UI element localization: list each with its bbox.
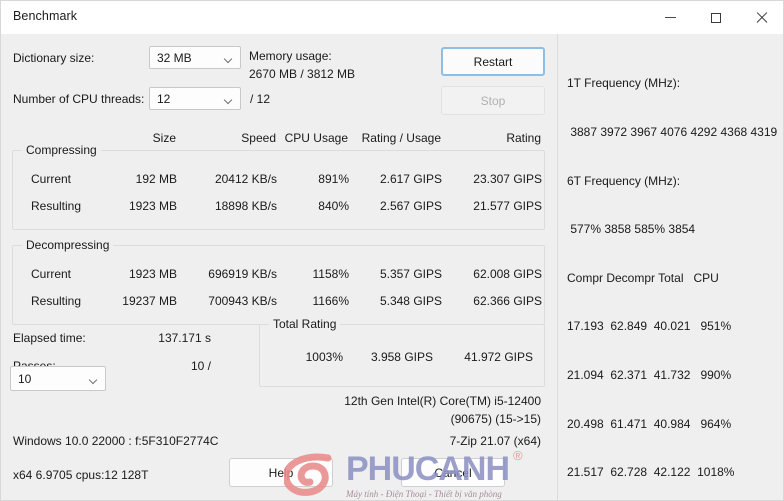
- decompressing-row-label: Current: [31, 267, 72, 281]
- column-header-rating: Rating: [506, 131, 541, 145]
- compressing-row-label: Resulting: [31, 199, 82, 213]
- elapsed-time-label: Elapsed time:: [13, 331, 86, 345]
- passes-value: 10 /: [190, 359, 211, 373]
- stop-button[interactable]: Stop: [441, 86, 545, 115]
- title-bar: Benchmark: [1, 1, 783, 35]
- compressing-group: Compressing Current 192 MB 20412 KB/s 89…: [12, 143, 545, 230]
- window-controls: [647, 1, 783, 34]
- total-cpu-usage: 1003%: [305, 350, 343, 364]
- freq-1t-values: 3887 3972 3967 4076 4292 4368 4319: [567, 125, 778, 140]
- decompressing-resulting-speed: 700943 KB/s: [208, 294, 277, 308]
- decompressing-current-size: 1923 MB: [128, 267, 177, 281]
- benchmark-window: Benchmark Dictionary size: 32 MB Memory …: [0, 0, 784, 501]
- app-version: 7-Zip 21.07 (x64): [449, 434, 541, 448]
- os-version: Windows 10.0 22000 : f:5F310F2774C: [13, 434, 219, 448]
- compressing-legend: Compressing: [22, 143, 101, 157]
- restart-button[interactable]: Restart: [441, 47, 545, 76]
- report-row: 21.517 62.728 42.122 1018%: [567, 465, 735, 480]
- report-row: 20.498 61.471 40.984 964%: [567, 416, 732, 431]
- chevron-down-icon: [225, 56, 232, 63]
- freq-1t-label: 1T Frequency (MHz):: [567, 76, 681, 91]
- main-panel: Dictionary size: 32 MB Memory usage: 267…: [1, 34, 557, 500]
- close-icon: [756, 12, 768, 24]
- freq-6t-label: 6T Frequency (MHz):: [567, 173, 681, 188]
- minimize-icon: [664, 17, 676, 18]
- compressing-row-label: Current: [31, 172, 72, 186]
- memory-usage-label: Memory usage:: [249, 49, 332, 63]
- decompressing-row-label: Resulting: [31, 294, 82, 308]
- compressing-current-speed: 20412 KB/s: [214, 172, 277, 186]
- report-text: 1T Frequency (MHz): 3887 3972 3967 4076 …: [567, 43, 783, 500]
- cpu-name: 12th Gen Intel(R) Core(TM) i5-12400: [344, 394, 541, 408]
- cpu-threads-label: Number of CPU threads:: [13, 92, 145, 106]
- arch-info: x64 6.9705 cpus:12 128T: [13, 468, 149, 482]
- total-rating-legend: Total Rating: [269, 317, 341, 331]
- column-header-rating-usage: Rating / Usage: [361, 131, 441, 145]
- compressing-resulting-size: 1923 MB: [128, 199, 177, 213]
- window-title: Benchmark: [13, 9, 78, 23]
- decompressing-current-rating: 62.008 GIPS: [473, 267, 542, 281]
- decompressing-current-rating-usage: 5.357 GIPS: [379, 267, 442, 281]
- dictionary-size-label: Dictionary size:: [13, 51, 95, 65]
- decompressing-current-cpu-usage: 1158%: [312, 267, 349, 281]
- total-rating-usage: 3.958 GIPS: [370, 350, 433, 364]
- total-rating-value: 41.972 GIPS: [464, 350, 533, 364]
- decompressing-group: Decompressing Current 1923 MB 696919 KB/…: [12, 238, 545, 325]
- column-header-speed: Speed: [241, 131, 276, 145]
- compressing-resulting-speed: 18898 KB/s: [214, 199, 277, 213]
- compressing-current-rating-usage: 2.617 GIPS: [379, 172, 442, 186]
- report-row: 21.094 62.371 41.732 990%: [567, 368, 732, 383]
- dictionary-size-select[interactable]: 32 MB: [149, 46, 241, 69]
- passes-select[interactable]: 10: [10, 366, 106, 391]
- total-rating-group: Total Rating 1003% 3.958 GIPS 41.972 GIP…: [259, 317, 545, 387]
- decompressing-resulting-size: 19237 MB: [122, 294, 177, 308]
- compressing-current-size: 192 MB: [135, 172, 177, 186]
- cancel-button[interactable]: Cancel: [401, 458, 505, 487]
- compressing-resulting-rating-usage: 2.567 GIPS: [379, 199, 442, 213]
- elapsed-time-value: 137.171 s: [158, 331, 211, 345]
- memory-usage-value: 2670 MB / 3812 MB: [249, 67, 356, 81]
- chevron-down-icon: [90, 377, 97, 384]
- cpu-id: (90675) (15->15): [450, 412, 541, 426]
- decompressing-resulting-rating-usage: 5.348 GIPS: [379, 294, 442, 308]
- help-button[interactable]: Help: [229, 458, 333, 487]
- compressing-current-cpu-usage: 891%: [318, 172, 349, 186]
- column-header-cpu-usage: CPU Usage: [284, 131, 348, 145]
- decompressing-current-speed: 696919 KB/s: [208, 267, 277, 281]
- report-column-headers: Compr Decompr Total CPU: [567, 270, 719, 285]
- compressing-resulting-cpu-usage: 840%: [318, 199, 349, 213]
- compressing-current-rating: 23.307 GIPS: [473, 172, 542, 186]
- decompressing-resulting-cpu-usage: 1166%: [312, 294, 349, 308]
- maximize-icon: [711, 12, 721, 23]
- cpu-threads-total: / 12: [250, 92, 271, 106]
- close-button[interactable]: [739, 1, 783, 34]
- dictionary-size-value: 32 MB: [157, 51, 192, 65]
- column-header-size: Size: [152, 131, 176, 145]
- minimize-button[interactable]: [647, 1, 693, 34]
- maximize-button[interactable]: [693, 1, 739, 34]
- passes-select-value: 10: [18, 372, 32, 386]
- freq-6t-values: 577% 3858 585% 3854: [567, 222, 696, 237]
- report-panel: 1T Frequency (MHz): 3887 3972 3967 4076 …: [557, 34, 783, 500]
- decompressing-resulting-rating: 62.366 GIPS: [473, 294, 542, 308]
- cpu-threads-value: 12: [157, 92, 171, 106]
- compressing-resulting-rating: 21.577 GIPS: [473, 199, 542, 213]
- report-row: 17.193 62.849 40.021 951%: [567, 319, 732, 334]
- decompressing-legend: Decompressing: [22, 238, 114, 252]
- chevron-down-icon: [225, 97, 232, 104]
- cpu-threads-select[interactable]: 12: [149, 87, 241, 110]
